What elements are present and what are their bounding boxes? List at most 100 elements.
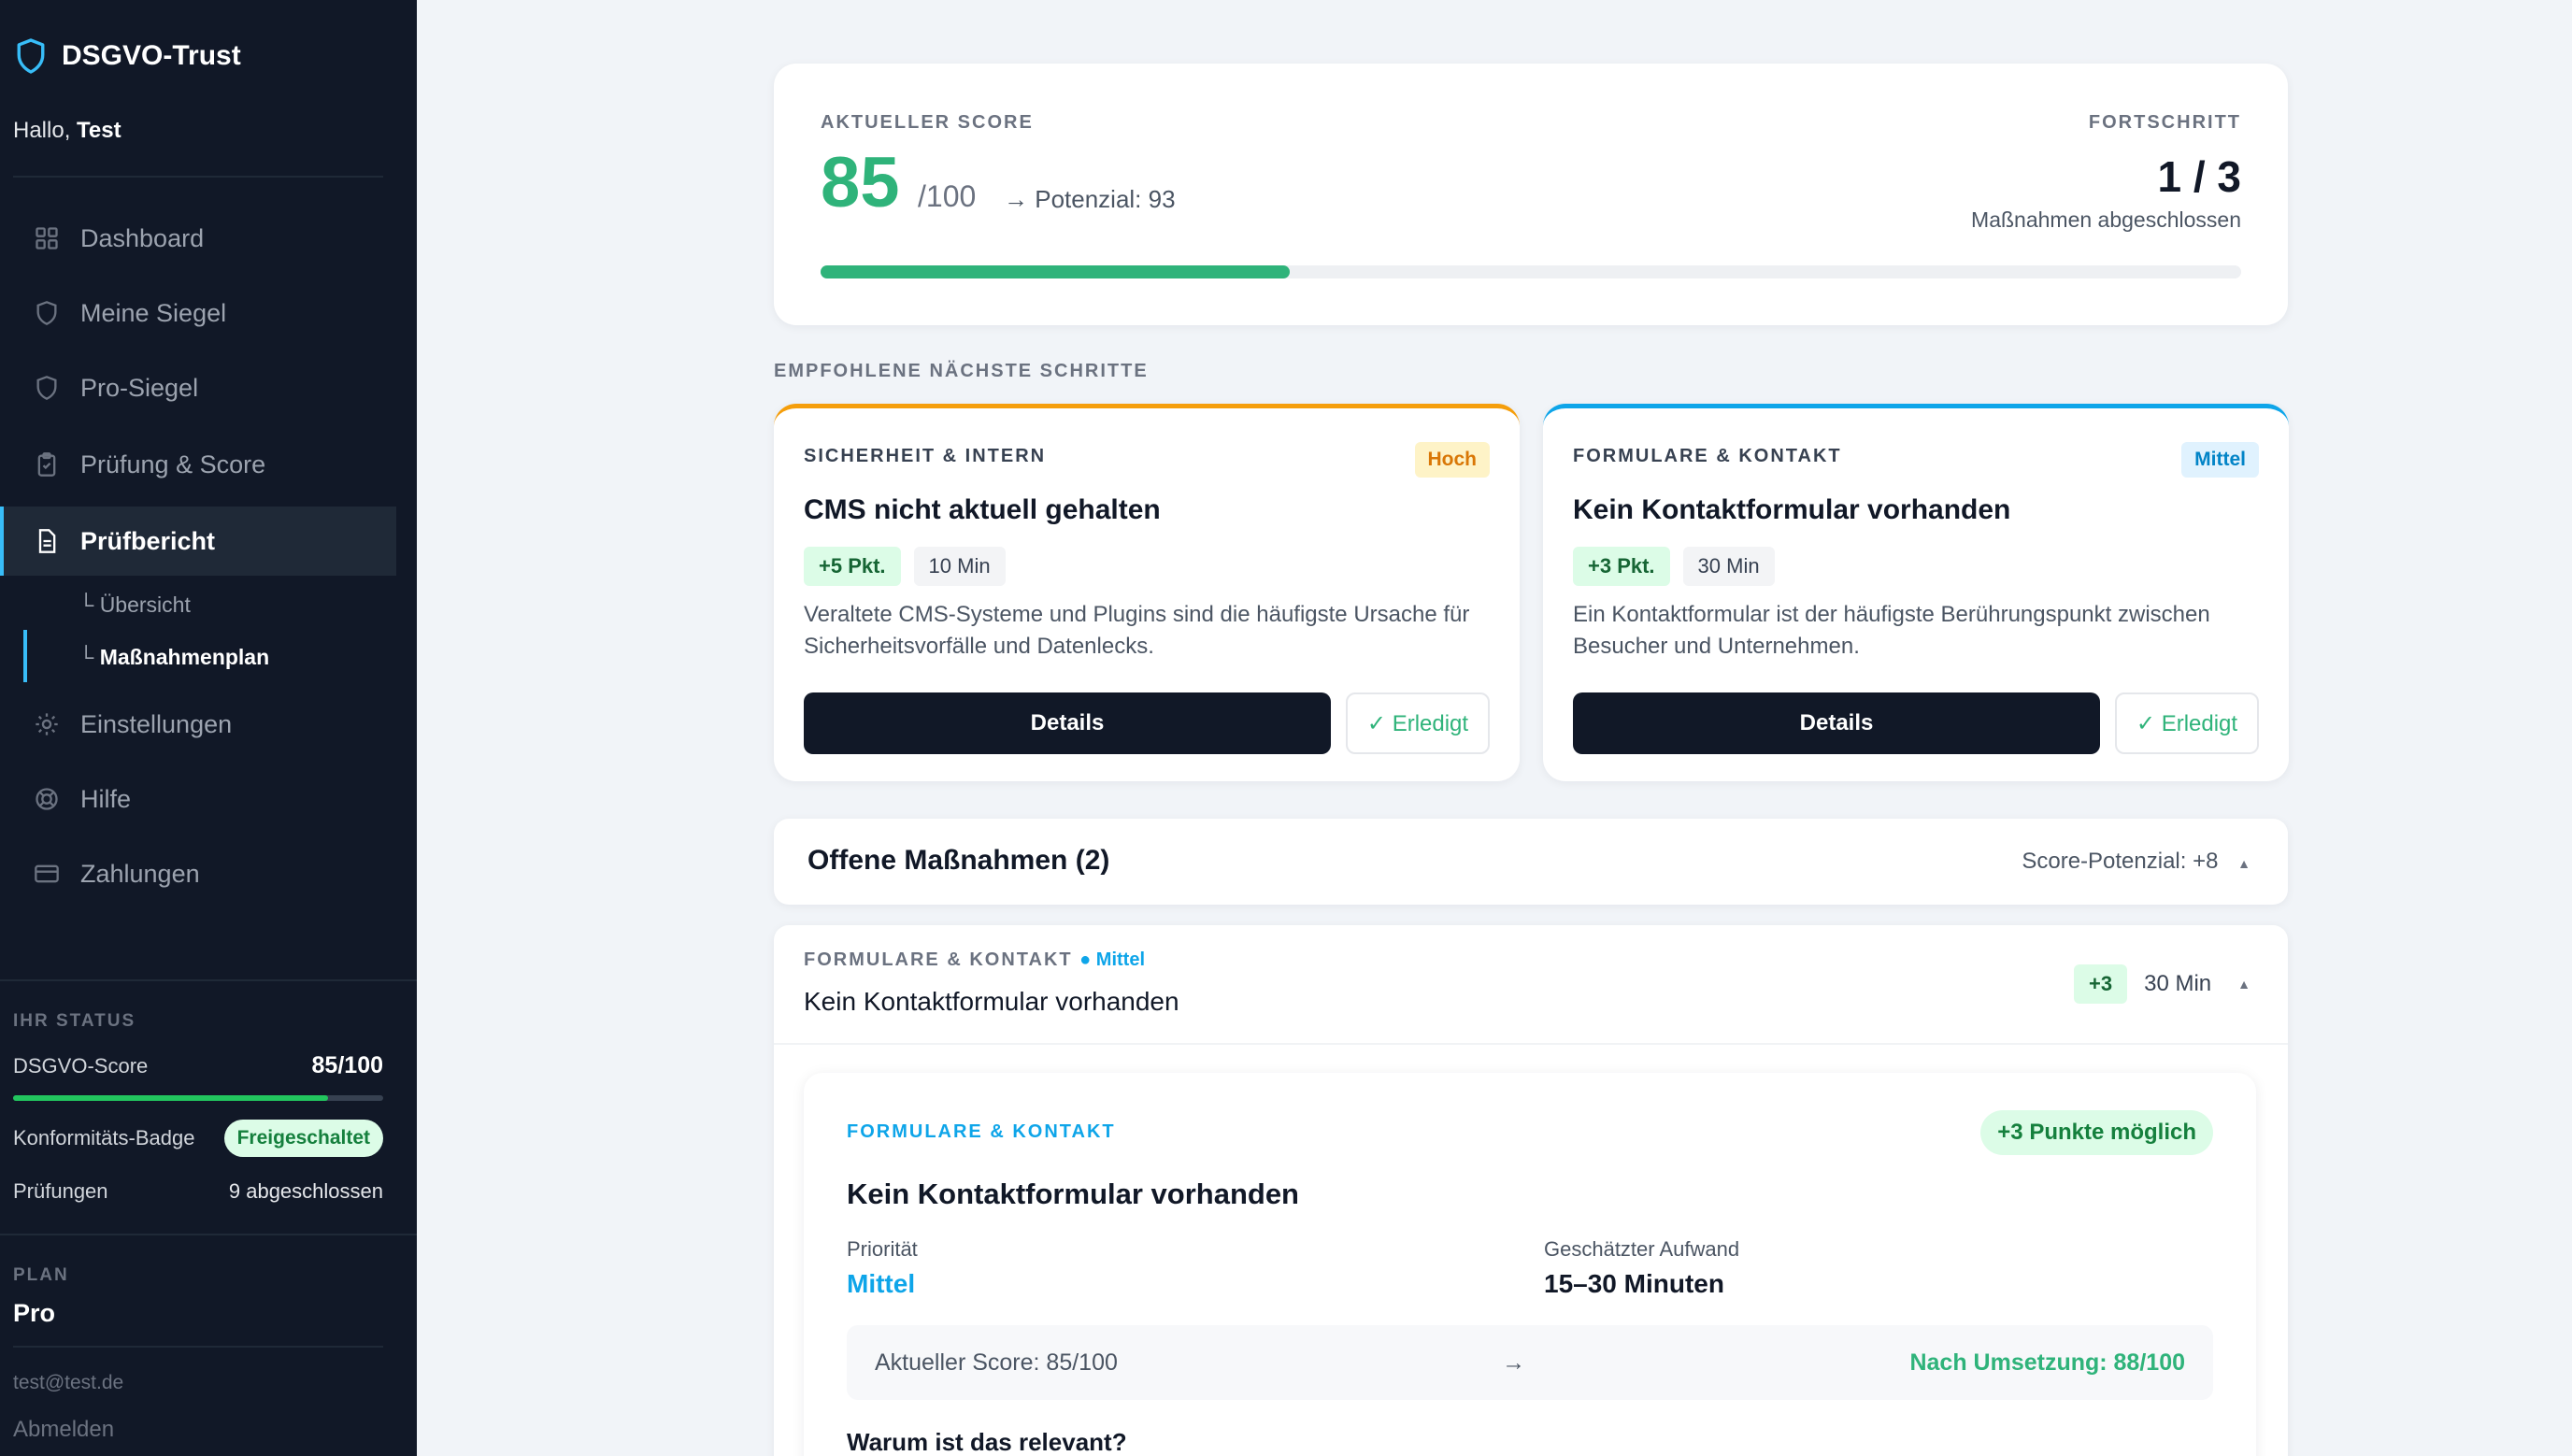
nav-hilfe[interactable]: Hilfe	[0, 764, 396, 834]
nav-label: Hilfe	[80, 784, 132, 813]
card-category: FORMULARE & KONTAKT	[1573, 446, 1842, 466]
divider	[0, 979, 417, 981]
recommended-heading: EMPFOHLENE NÄCHSTE SCHRITTE	[774, 361, 1149, 381]
status-checks-label: Prüfungen	[13, 1179, 108, 1203]
status-checks-row: Prüfungen 9 abgeschlossen	[13, 1179, 383, 1204]
progress-bar	[821, 265, 2241, 278]
brand[interactable]: DSGVO-Trust	[15, 37, 241, 75]
details-button[interactable]: Details	[804, 692, 1331, 754]
divider	[0, 1234, 417, 1235]
card-category: SICHERHEIT & INTERN	[804, 446, 1047, 466]
item-points: +3	[2074, 964, 2128, 1004]
branch-icon: └	[79, 645, 100, 669]
points-chip: +5 Pkt.	[804, 547, 901, 586]
subnav-massnahmenplan[interactable]: └ Maßnahmenplan	[79, 645, 269, 670]
score-potential: → Potenzial: 93	[1004, 185, 1176, 213]
priority-badge: Hoch	[1414, 442, 1490, 478]
chevron-up-icon: ▲	[2237, 856, 2250, 871]
done-button[interactable]: ✓ Erledigt	[2115, 692, 2259, 754]
score-comparison: Aktueller Score: 85/100 → Nach Umsetzung…	[847, 1325, 2213, 1400]
score-max: /100	[918, 179, 977, 213]
status-score-value: 85/100	[311, 1052, 383, 1078]
document-icon	[38, 529, 56, 553]
current-score: Aktueller Score: 85/100	[875, 1349, 1118, 1376]
credit-card-icon	[35, 864, 59, 883]
status-badge-label: Konformitäts-Badge	[13, 1126, 195, 1149]
logout-link[interactable]: Abmelden	[13, 1417, 114, 1443]
nav-einstellungen[interactable]: Einstellungen	[0, 690, 396, 759]
progress-bar-fill	[821, 265, 1290, 278]
detail-points-badge: +3 Punkte möglich	[1980, 1110, 2213, 1155]
detail-title: Kein Kontaktformular vorhanden	[847, 1178, 1299, 1210]
divider	[13, 176, 383, 178]
card-description: Veraltete CMS-Systeme und Plugins sind d…	[804, 602, 1470, 659]
recommendation-card: FORMULARE & KONTAKT Mittel Kein Kontaktf…	[1543, 404, 2289, 781]
nav-label: Prüfung & Score	[80, 450, 266, 478]
user-name: Test	[77, 118, 121, 143]
nav-meine-siegel[interactable]: Meine Siegel	[0, 278, 396, 348]
card-title: CMS nicht aktuell gehalten	[804, 494, 1161, 525]
priority-label: Priorität	[847, 1237, 918, 1261]
status-score-row: DSGVO-Score 85/100	[13, 1052, 383, 1079]
nav-pro-siegel[interactable]: Pro-Siegel	[0, 353, 396, 422]
details-button[interactable]: Details	[1573, 692, 2100, 754]
status-checks-value: 9 abgeschlossen	[228, 1179, 383, 1203]
nav-pruefbericht[interactable]: Prüfbericht	[0, 507, 396, 576]
time-chip: 10 Min	[913, 547, 1006, 586]
score-value: 85	[821, 143, 900, 222]
lifebuoy-icon	[36, 788, 58, 810]
plan-heading: PLAN	[13, 1265, 69, 1285]
arrow-right-icon: →	[1502, 1349, 1526, 1376]
open-measures-header[interactable]: Offene Maßnahmen (2) Score-Potenzial: +8…	[774, 819, 2288, 905]
card-chips: +5 Pkt. 10 Min	[804, 547, 1006, 586]
status-score-bar	[13, 1095, 383, 1101]
status-score-bar-fill	[13, 1095, 328, 1101]
progress-label: FORTSCHRITT	[2088, 112, 2241, 133]
grid-icon	[36, 227, 58, 250]
gear-icon	[36, 713, 58, 735]
priority-value: Mittel	[847, 1269, 916, 1298]
nav-pruefung-score[interactable]: Prüfung & Score	[0, 430, 396, 499]
card-chips: +3 Pkt. 30 Min	[1573, 547, 1775, 586]
recommendation-card: SICHERHEIT & INTERN Hoch CMS nicht aktue…	[774, 404, 1520, 781]
time-chip: 30 Min	[1682, 547, 1775, 586]
brand-name: DSGVO-Trust	[62, 40, 241, 71]
open-measure-item: FORMULARE & KONTAKT ● Mittel Kein Kontak…	[774, 925, 2288, 1456]
user-email: test@test.de	[13, 1372, 124, 1393]
item-meta[interactable]: +3 30 Min ▲	[2074, 964, 2250, 1004]
divider	[774, 1043, 2288, 1045]
branch-icon: └	[79, 592, 100, 617]
nav-label: Meine Siegel	[80, 298, 227, 327]
detail-category: FORMULARE & KONTAKT	[847, 1121, 1116, 1142]
done-button[interactable]: ✓ Erledigt	[1346, 692, 1490, 754]
shield-icon	[17, 38, 45, 74]
clipboard-check-icon	[37, 452, 56, 477]
status-score-label: DSGVO-Score	[13, 1053, 149, 1078]
item-title: Kein Kontaktformular vorhanden	[804, 987, 1179, 1016]
sidebar: DSGVO-Trust Hallo, Test Dashboard Meine …	[0, 0, 417, 1456]
effort-value: 15–30 Minuten	[1544, 1269, 1724, 1298]
status-heading: IHR STATUS	[13, 1011, 136, 1031]
subnav-uebersicht[interactable]: └ Übersicht	[79, 592, 191, 618]
points-chip: +3 Pkt.	[1573, 547, 1670, 586]
nav-label: Prüfbericht	[80, 526, 216, 555]
nav-zahlungen[interactable]: Zahlungen	[0, 839, 396, 908]
nav-label: Einstellungen	[80, 709, 233, 738]
item-category: FORMULARE & KONTAKT ● Mittel	[804, 949, 1146, 970]
status-badge-row: Konformitäts-Badge Freigeschaltet	[13, 1120, 383, 1157]
nav-dashboard[interactable]: Dashboard	[0, 204, 396, 273]
shield-icon	[36, 301, 57, 325]
item-time: 30 Min	[2144, 971, 2212, 996]
score-label: AKTUELLER SCORE	[821, 112, 1034, 133]
item-detail-panel: FORMULARE & KONTAKT +3 Punkte möglich Ke…	[804, 1073, 2256, 1456]
score-card: AKTUELLER SCORE 85 /100 → Potenzial: 93 …	[774, 64, 2288, 325]
item-priority: ● Mittel	[1079, 949, 1146, 970]
active-subnav-indicator	[23, 630, 27, 682]
nav-label: Zahlungen	[80, 859, 200, 888]
score-after: Nach Umsetzung: 88/100	[1909, 1349, 2185, 1376]
nav-label: Dashboard	[80, 223, 205, 252]
chevron-up-icon[interactable]: ▲	[2237, 977, 2250, 992]
open-measures-potential: Score-Potenzial: +8 ▲	[2022, 849, 2250, 874]
greeting: Hallo, Test	[13, 118, 121, 143]
progress-value: 1 / 3	[2157, 152, 2241, 201]
